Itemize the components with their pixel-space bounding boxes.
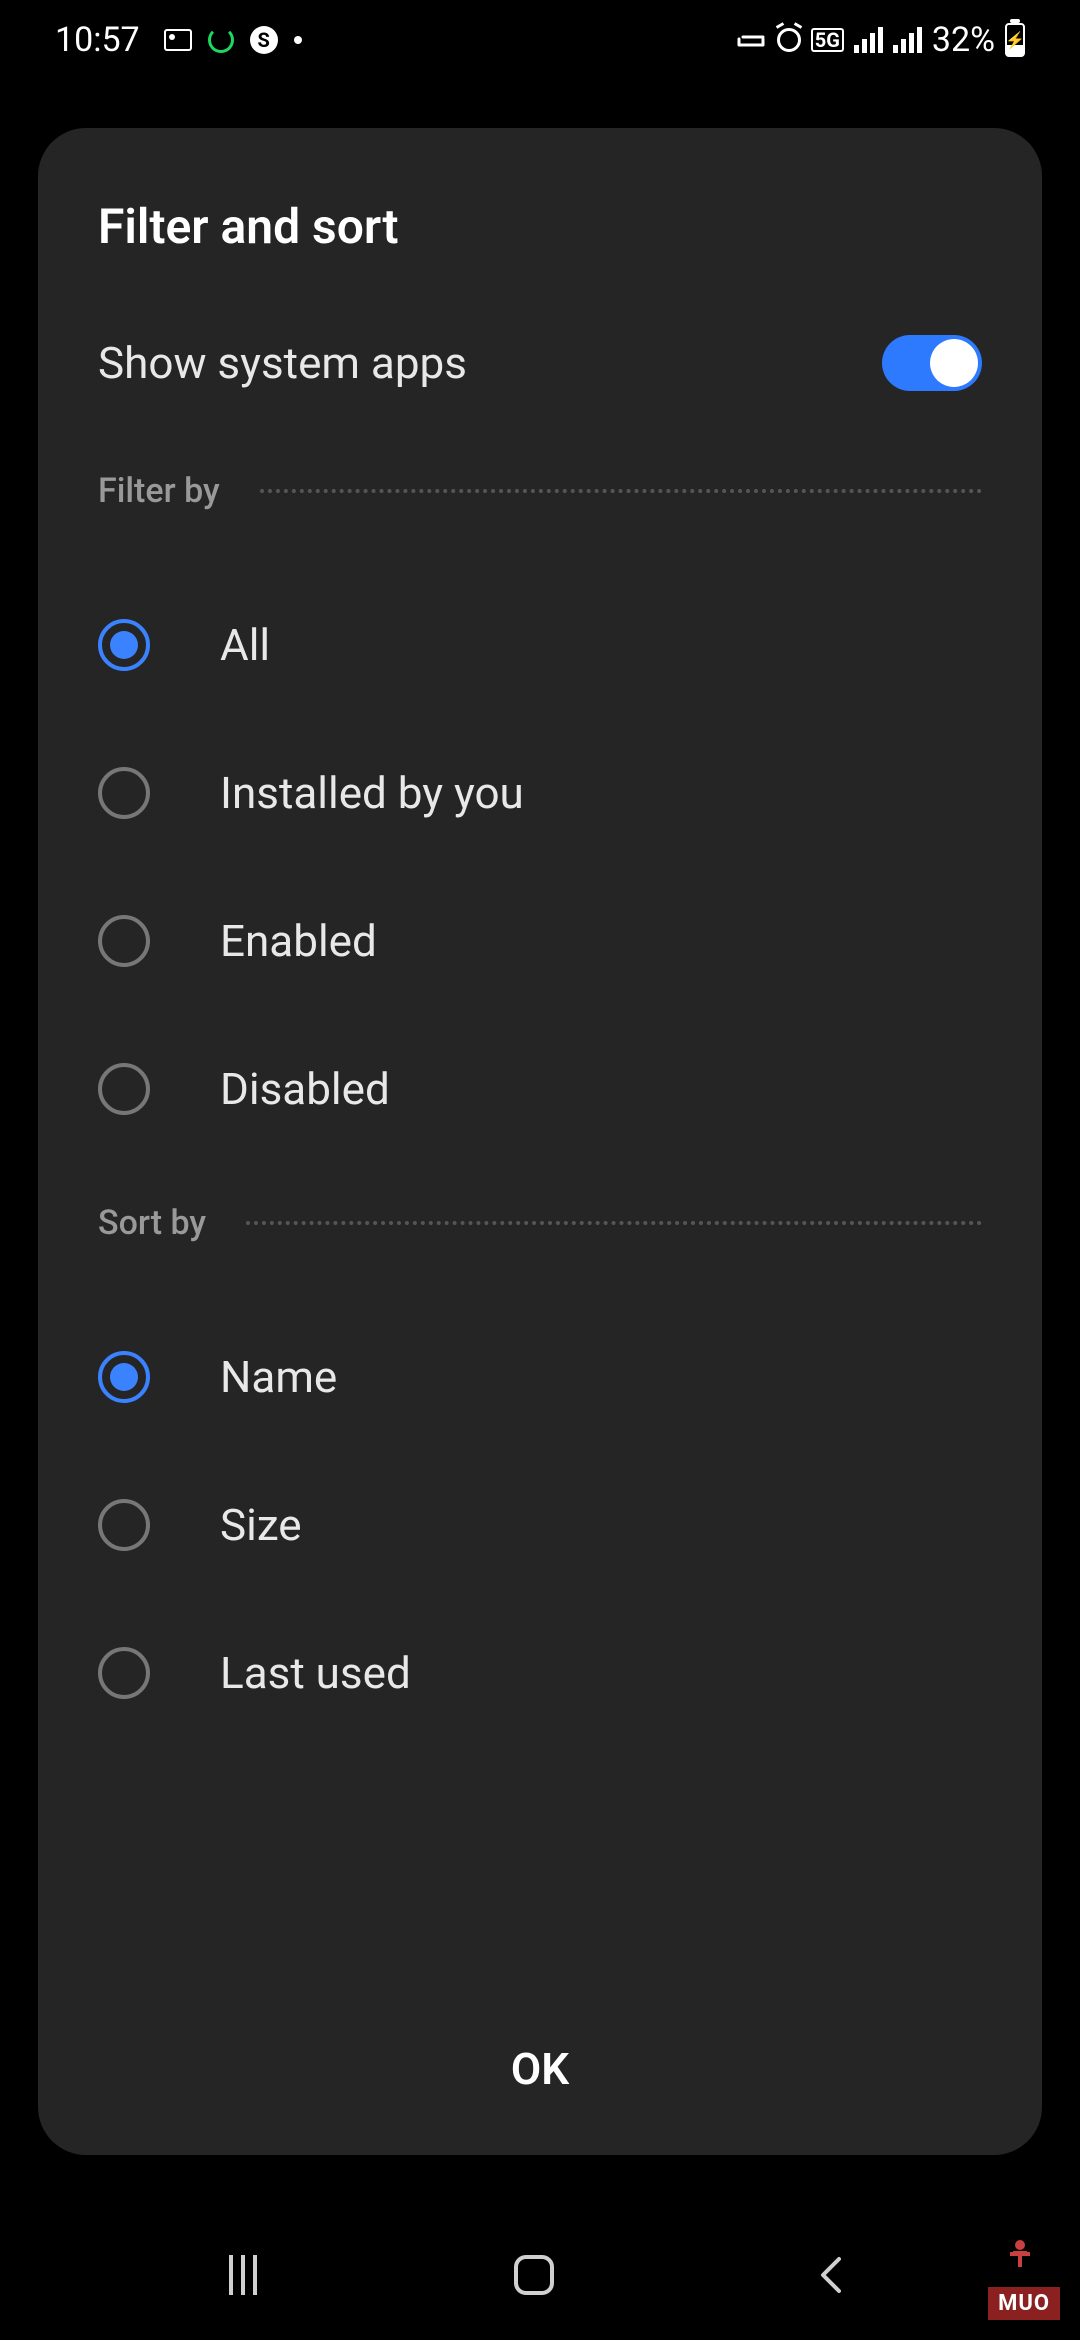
dialog-title: Filter and sort xyxy=(98,198,982,255)
radio-label: All xyxy=(220,619,270,671)
filter-by-label: Filter by xyxy=(98,471,220,511)
nav-home-button[interactable] xyxy=(514,2255,554,2295)
watermark-person-icon xyxy=(1005,2238,1035,2272)
app-s-icon: S xyxy=(250,26,278,54)
filter-option-disabled[interactable]: Disabled xyxy=(98,1015,982,1163)
filter-by-group: All Installed by you Enabled Disabled xyxy=(98,571,982,1163)
sync-icon xyxy=(208,27,234,53)
navigation-bar xyxy=(0,2210,1080,2340)
status-time: 10:57 xyxy=(55,20,140,60)
watermark: MUO xyxy=(988,2287,1060,2320)
filter-sort-dialog: Filter and sort Show system apps Filter … xyxy=(38,128,1042,2155)
gallery-icon xyxy=(164,29,192,51)
more-notifications-icon xyxy=(294,36,302,44)
filter-option-enabled[interactable]: Enabled xyxy=(98,867,982,1015)
radio-label: Size xyxy=(220,1499,302,1551)
sort-by-header: Sort by xyxy=(98,1203,982,1243)
dnd-icon xyxy=(735,29,767,51)
radio-icon xyxy=(98,1351,150,1403)
radio-icon xyxy=(98,1063,150,1115)
toggle-knob xyxy=(930,339,978,387)
nav-back-button[interactable] xyxy=(811,2255,851,2295)
status-right: 5G 32% ⚡ xyxy=(735,20,1025,60)
sort-by-group: Name Size Last used xyxy=(98,1303,982,1747)
divider-dotted xyxy=(260,489,982,493)
radio-label: Installed by you xyxy=(220,767,524,819)
battery-icon: ⚡ xyxy=(1005,23,1025,57)
divider-dotted xyxy=(246,1221,982,1225)
signal-icon-2 xyxy=(893,27,922,53)
radio-icon xyxy=(98,619,150,671)
radio-label: Name xyxy=(220,1351,337,1403)
sort-by-label: Sort by xyxy=(98,1203,206,1243)
sort-option-last-used[interactable]: Last used xyxy=(98,1599,982,1747)
filter-option-installed-by-you[interactable]: Installed by you xyxy=(98,719,982,867)
network-5g-icon: 5G xyxy=(811,28,844,52)
signal-icon-1 xyxy=(854,27,883,53)
filter-option-all[interactable]: All xyxy=(98,571,982,719)
nav-recent-button[interactable] xyxy=(229,2255,257,2295)
battery-percent: 32% xyxy=(932,20,995,60)
show-system-apps-label: Show system apps xyxy=(98,337,467,389)
sort-option-name[interactable]: Name xyxy=(98,1303,982,1451)
radio-icon xyxy=(98,1647,150,1699)
alarm-icon xyxy=(777,28,801,52)
show-system-apps-row[interactable]: Show system apps xyxy=(98,335,982,391)
show-system-apps-toggle[interactable] xyxy=(882,335,982,391)
status-bar: 10:57 S 5G 32% ⚡ xyxy=(0,0,1080,80)
radio-icon xyxy=(98,767,150,819)
sort-option-size[interactable]: Size xyxy=(98,1451,982,1599)
status-left: 10:57 S xyxy=(55,20,302,60)
radio-icon xyxy=(98,915,150,967)
radio-label: Last used xyxy=(220,1647,411,1699)
ok-button[interactable]: OK xyxy=(98,1993,982,2155)
radio-label: Disabled xyxy=(220,1063,390,1115)
radio-label: Enabled xyxy=(220,915,377,967)
radio-icon xyxy=(98,1499,150,1551)
filter-by-header: Filter by xyxy=(98,471,982,511)
